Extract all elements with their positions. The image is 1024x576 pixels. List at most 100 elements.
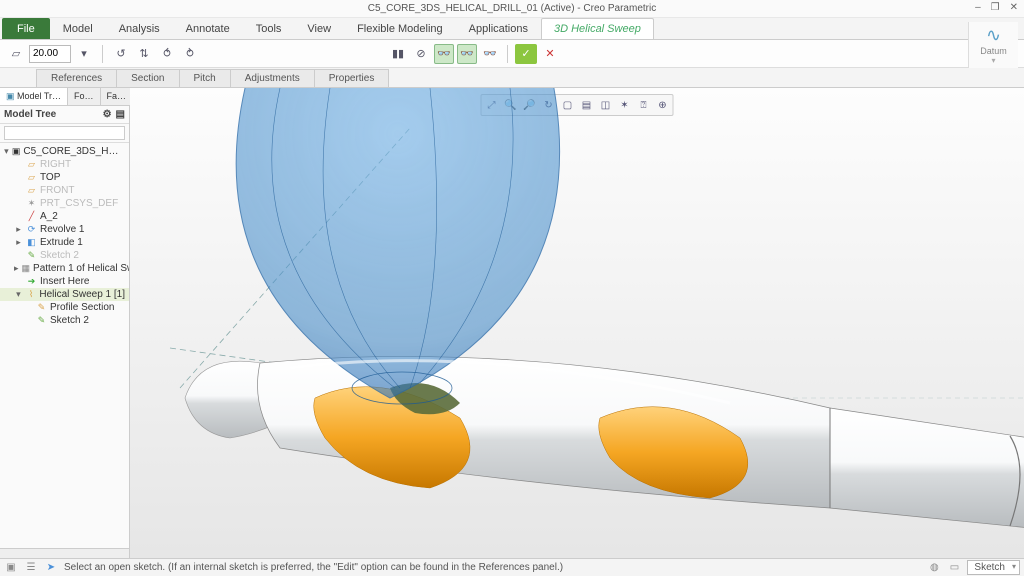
feature-toolbar: ▱ ▾ ↺ ⇅ ⥀ ⥁ ▮▮ ⊘ 👓 👓 👓 ✓ ✕ ∿ Datum ▾ (0, 40, 1024, 68)
profile-icon: ✎ (36, 302, 47, 313)
separator (102, 45, 103, 63)
tab-model[interactable]: Model (50, 18, 106, 39)
pattern-icon: ▦ (22, 263, 31, 274)
tree-item-extrude[interactable]: ▸◧ Extrude 1 (0, 236, 129, 249)
tab-view[interactable]: View (294, 18, 344, 39)
extrude-icon: ◧ (26, 237, 37, 248)
sweep-option2-icon[interactable]: ⇅ (134, 44, 154, 64)
window-title: C5_CORE_3DS_HELICAL_DRILL_01 (Active) - … (368, 3, 656, 14)
tree-item-label: Pattern 1 of Helical Sweep 1 (33, 263, 129, 274)
subtab-pitch[interactable]: Pitch (180, 69, 231, 87)
surface-toggle-icon[interactable]: ▱ (6, 44, 26, 64)
plane-icon: ▱ (26, 185, 37, 196)
tree-item-insert[interactable]: ➔ Insert Here (0, 275, 129, 288)
tree-item-axis[interactable]: ╱ A_2 (0, 210, 129, 223)
no-preview-icon[interactable]: ⊘ (411, 44, 431, 64)
tree-item-label: Profile Section (50, 302, 114, 313)
part-icon: ▣ (12, 146, 21, 157)
plane-icon: ▱ (26, 172, 37, 183)
tree-item-sketch2b[interactable]: ✎ Sketch 2 (0, 314, 129, 327)
sketch-icon: ✎ (26, 250, 37, 261)
status-geom-icon[interactable]: ◍ (927, 561, 941, 575)
status-filter-icon[interactable]: ☰ (24, 561, 38, 575)
status-regen-icon[interactable]: ▣ (4, 561, 18, 575)
window-titlebar: C5_CORE_3DS_HELICAL_DRILL_01 (Active) - … (0, 0, 1024, 18)
tree-item-label: TOP (40, 172, 60, 183)
preview-unattached-icon[interactable]: 👓 (457, 44, 477, 64)
status-info-icon[interactable]: ➤ (44, 561, 58, 575)
subtab-section[interactable]: Section (117, 69, 179, 87)
helical-icon: ⌇ (26, 289, 37, 300)
tree-tab-folders[interactable]: Fo… (68, 88, 101, 105)
tab-flexible-modeling[interactable]: Flexible Modeling (344, 18, 456, 39)
preview-attached-icon[interactable]: 👓 (434, 44, 454, 64)
subtab-references[interactable]: References (36, 69, 117, 87)
feature-subtabs: References Section Pitch Adjustments Pro… (0, 68, 1024, 88)
tree-item-right[interactable]: ▱ RIGHT (0, 158, 129, 171)
plane-icon: ▱ (26, 159, 37, 170)
tree-tab-model[interactable]: ▣ Model Tr… (0, 88, 68, 105)
sketch-icon: ✎ (36, 315, 47, 326)
datum-icon[interactable]: ∿ (986, 25, 1001, 46)
revolve-icon: ⟳ (26, 224, 37, 235)
tree-item-revolve[interactable]: ▸⟳ Revolve 1 (0, 223, 129, 236)
sweep-option4-icon[interactable]: ⥁ (180, 44, 200, 64)
tree-item-profile[interactable]: ✎ Profile Section (0, 301, 129, 314)
tree-item-label: Revolve 1 (40, 224, 84, 235)
pitch-input[interactable] (29, 45, 71, 63)
datum-panel: ∿ Datum ▾ (968, 22, 1018, 68)
sweep-option3-icon[interactable]: ⥀ (157, 44, 177, 64)
window-maximize[interactable]: ❐ (991, 2, 1000, 13)
separator (507, 45, 508, 63)
tree-search (0, 124, 129, 143)
tree-item-helical[interactable]: ▾⌇ Helical Sweep 1 [1] (0, 288, 129, 301)
tab-tools[interactable]: Tools (243, 18, 295, 39)
status-select-icon[interactable]: ▭ (947, 561, 961, 575)
tree-header: Model Tree ⚙ ▤ (0, 106, 129, 124)
tree-root[interactable]: ▾▣ C5_CORE_3DS_HELICAL_DRILL_01.PR (0, 145, 129, 158)
window-controls: – ❐ ✕ (975, 2, 1018, 13)
datum-label: Datum (980, 46, 1007, 56)
tree-item-label: RIGHT (40, 159, 71, 170)
pitch-dropdown-icon[interactable]: ▾ (74, 44, 94, 64)
tree-filter-icon[interactable]: ▤ (116, 109, 125, 120)
axis-icon: ╱ (26, 211, 37, 222)
window-minimize[interactable]: – (975, 2, 981, 13)
insert-icon: ➔ (26, 276, 37, 287)
tree-item-label: Sketch 2 (40, 250, 79, 261)
tree-item-label: PRT_CSYS_DEF (40, 198, 118, 209)
tree-item-sketch2a[interactable]: ✎ Sketch 2 (0, 249, 129, 262)
verify-icon[interactable]: 👓 (480, 44, 500, 64)
tab-annotate[interactable]: Annotate (173, 18, 243, 39)
main-area: ▣ Model Tr… Fo… Fa… Model Tree ⚙ ▤ ▾▣ C5… (0, 88, 1024, 558)
status-sketch-combo[interactable]: Sketch (967, 560, 1020, 575)
subtab-adjustments[interactable]: Adjustments (231, 69, 315, 87)
tree-scrollbar[interactable] (0, 548, 129, 558)
tree-item-top[interactable]: ▱ TOP (0, 171, 129, 184)
tree-search-input[interactable] (4, 126, 125, 140)
tree-item-csys[interactable]: ✶ PRT_CSYS_DEF (0, 197, 129, 210)
tab-analysis[interactable]: Analysis (106, 18, 173, 39)
cancel-button[interactable]: ✕ (540, 44, 560, 64)
tree-body[interactable]: ▾▣ C5_CORE_3DS_HELICAL_DRILL_01.PR ▱ RIG… (0, 143, 129, 548)
ok-button[interactable]: ✓ (515, 44, 537, 64)
tab-file[interactable]: File (2, 18, 50, 39)
csys-icon: ✶ (26, 198, 37, 209)
model-tree-panel: ▣ Model Tr… Fo… Fa… Model Tree ⚙ ▤ ▾▣ C5… (0, 88, 130, 558)
subtab-properties[interactable]: Properties (315, 69, 390, 87)
ribbon-tabs: File Model Analysis Annotate Tools View … (0, 18, 1024, 40)
model-graphics (130, 88, 1024, 558)
tree-item-pattern[interactable]: ▸▦ Pattern 1 of Helical Sweep 1 (0, 262, 129, 275)
tab-3d-helical-sweep[interactable]: 3D Helical Sweep (541, 18, 654, 39)
tree-settings-icon[interactable]: ⚙ (103, 109, 112, 120)
sweep-option1-icon[interactable]: ↺ (111, 44, 131, 64)
status-bar: ▣ ☰ ➤ Select an open sketch. (If an inte… (0, 558, 1024, 576)
window-close[interactable]: ✕ (1010, 2, 1018, 13)
datum-dropdown-icon[interactable]: ▾ (991, 56, 995, 65)
tree-tab-favorites[interactable]: Fa… (101, 88, 134, 105)
tree-item-front[interactable]: ▱ FRONT (0, 184, 129, 197)
status-message: Select an open sketch. (If an internal s… (64, 562, 921, 573)
graphics-viewport[interactable]: ⤢ 🔍 🔎 ↻ ▢ ▤ ◫ ✶ ⍰ ⊕ (130, 88, 1024, 558)
pause-icon[interactable]: ▮▮ (388, 44, 408, 64)
tab-applications[interactable]: Applications (456, 18, 541, 39)
